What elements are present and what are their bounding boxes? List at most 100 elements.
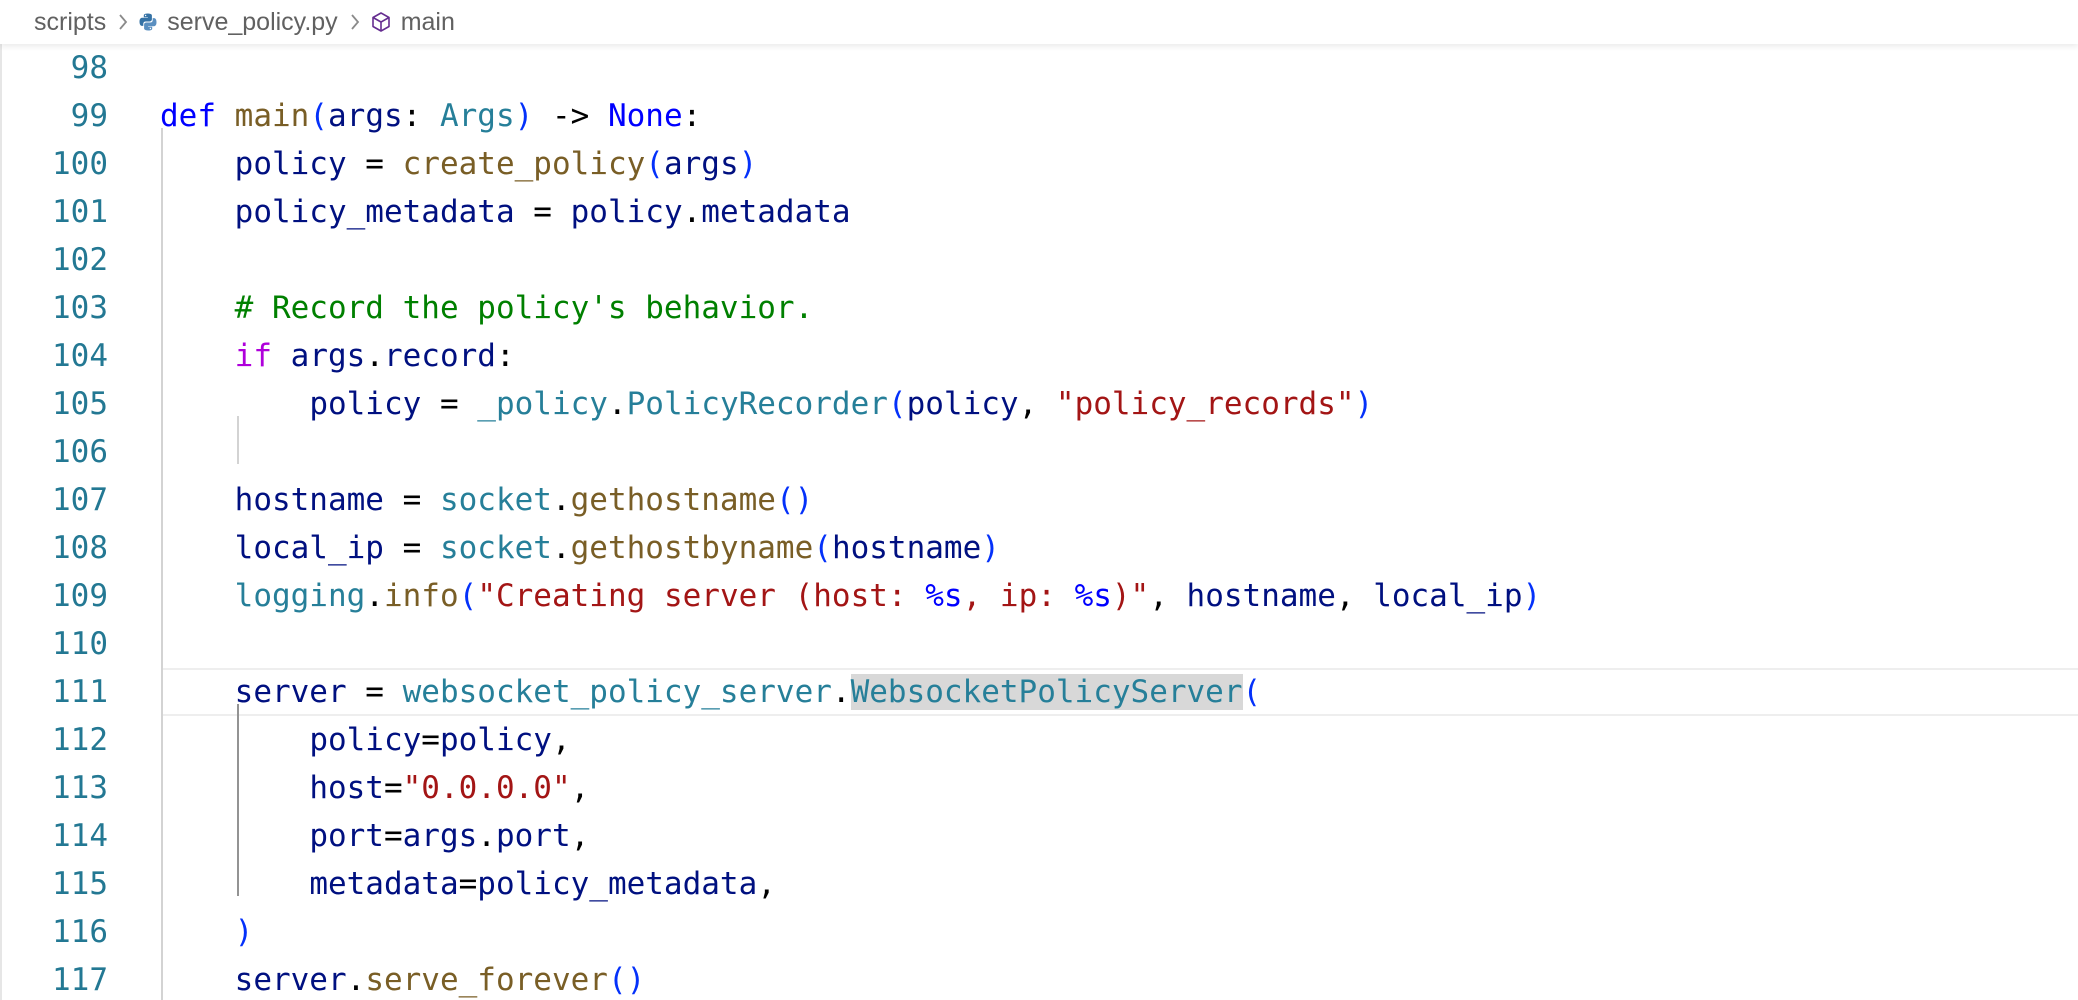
- code-text[interactable]: ): [160, 908, 254, 956]
- code-token: ,: [570, 770, 590, 806]
- code-token: )": [1111, 578, 1150, 614]
- code-token: "policy_records": [1055, 386, 1355, 422]
- code-line[interactable]: 98: [0, 44, 2078, 92]
- code-line[interactable]: 115 metadata=policy_metadata,: [0, 860, 2078, 908]
- indent-guide-active: [237, 704, 239, 896]
- code-line[interactable]: 116 ): [0, 908, 2078, 956]
- code-token: =: [514, 194, 571, 230]
- code-text[interactable]: def main(args: Args) -> None:: [160, 92, 701, 140]
- line-number: 113: [52, 770, 108, 806]
- line-number: 115: [52, 866, 108, 902]
- code-text[interactable]: server = websocket_policy_server.Websock…: [160, 668, 1261, 716]
- code-token: :: [682, 98, 702, 134]
- code-token: .: [551, 482, 571, 518]
- line-number: 110: [52, 626, 108, 662]
- code-token: policy: [906, 386, 1019, 422]
- code-line[interactable]: 105 policy = _policy.PolicyRecorder(poli…: [0, 380, 2078, 428]
- code-token: hostname: [234, 482, 384, 518]
- code-token: gethostbyname: [570, 530, 814, 566]
- code-line[interactable]: 102: [0, 236, 2078, 284]
- code-token: .: [682, 194, 702, 230]
- indent-guide: [161, 128, 163, 1000]
- code-token: (: [458, 578, 478, 614]
- code-token: .: [607, 386, 627, 422]
- code-line[interactable]: 111 server = websocket_policy_server.Web…: [0, 668, 2078, 716]
- code-text[interactable]: host="0.0.0.0",: [160, 764, 589, 812]
- code-token: .: [365, 338, 384, 374]
- code-token: ): [1522, 578, 1542, 614]
- code-token: _policy: [477, 386, 608, 422]
- code-token: (: [813, 530, 832, 566]
- code-token: websocket_policy_server: [402, 674, 832, 710]
- code-token: ,: [1335, 578, 1374, 614]
- code-text[interactable]: policy=policy,: [160, 716, 570, 764]
- code-line[interactable]: 110: [0, 620, 2078, 668]
- line-number: 107: [52, 482, 108, 518]
- breadcrumb-label: main: [400, 7, 455, 36]
- code-token: (: [887, 386, 907, 422]
- code-line[interactable]: 114 port=args.port,: [0, 812, 2078, 860]
- code-text[interactable]: port=args.port,: [160, 812, 589, 860]
- code-token: create_policy: [402, 146, 646, 182]
- code-token: =: [383, 482, 440, 518]
- code-line[interactable]: 106: [0, 428, 2078, 476]
- code-token: metadata: [701, 194, 851, 230]
- code-token: ,: [1018, 386, 1056, 422]
- code-token: policy_metadata: [477, 866, 758, 902]
- code-text[interactable]: metadata=policy_metadata,: [160, 860, 776, 908]
- line-number: 103: [52, 290, 108, 326]
- code-token: =: [383, 770, 403, 806]
- code-token: policy: [234, 146, 347, 182]
- code-text[interactable]: policy = _policy.PolicyRecorder(policy, …: [160, 380, 1373, 428]
- code-editor[interactable]: 98 99 def main(args: Args) -> None: 100 pol…: [0, 44, 2078, 1000]
- code-line[interactable]: 109 logging.info("Creating server (host:…: [0, 572, 2078, 620]
- code-line[interactable]: 113 host="0.0.0.0",: [0, 764, 2078, 812]
- code-token: WebsocketPolicyServer: [850, 674, 1243, 710]
- code-token: ,: [570, 818, 590, 854]
- code-text[interactable]: policy = create_policy(args): [160, 140, 758, 188]
- indent-guide: [237, 416, 239, 464]
- code-token: .: [365, 578, 384, 614]
- breadcrumb-label: scripts: [34, 7, 107, 36]
- breadcrumb-symbol[interactable]: main: [370, 8, 455, 37]
- code-line[interactable]: 104 if args.record:: [0, 332, 2078, 380]
- code-line[interactable]: 103 # Record the policy's behavior.: [0, 284, 2078, 332]
- breadcrumb-file[interactable]: serve_policy.py: [138, 7, 338, 37]
- code-token: %s: [1074, 578, 1112, 614]
- code-token: args: [290, 338, 366, 374]
- line-number: 98: [70, 50, 108, 86]
- code-token: =: [383, 818, 403, 854]
- code-token: "Creating server (host:: [477, 578, 926, 614]
- code-line[interactable]: 101 policy_metadata = policy.metadata: [0, 188, 2078, 236]
- breadcrumb-scripts[interactable]: scripts: [34, 8, 106, 37]
- code-text[interactable]: logging.info("Creating server (host: %s,…: [160, 572, 1542, 620]
- code-text[interactable]: # Record the policy's behavior.: [160, 284, 814, 332]
- code-text[interactable]: if args.record:: [160, 332, 515, 380]
- code-line[interactable]: 108 local_ip = socket.gethostbyname(host…: [0, 524, 2078, 572]
- code-token: main: [234, 98, 310, 134]
- code-line[interactable]: 117 server.serve_forever(): [0, 956, 2078, 1000]
- line-number: 106: [52, 434, 108, 470]
- code-token: (): [775, 482, 814, 518]
- code-token: host: [309, 770, 384, 806]
- breadcrumb-label: serve_policy.py: [167, 7, 338, 36]
- code-token: policy: [439, 722, 552, 758]
- line-number: 104: [52, 338, 108, 374]
- code-token: .: [551, 530, 571, 566]
- line-number: 108: [52, 530, 108, 566]
- code-line[interactable]: 107 hostname = socket.gethostname(): [0, 476, 2078, 524]
- code-text[interactable]: hostname = socket.gethostname(): [160, 476, 814, 524]
- code-text[interactable]: policy_metadata = policy.metadata: [160, 188, 851, 236]
- code-token: ): [514, 98, 534, 134]
- code-line[interactable]: 100 policy = create_policy(args): [0, 140, 2078, 188]
- code-token: policy: [309, 722, 422, 758]
- code-line[interactable]: 112 policy=policy,: [0, 716, 2078, 764]
- code-text[interactable]: server.serve_forever(): [160, 956, 646, 1000]
- code-line[interactable]: 99 def main(args: Args) -> None:: [0, 92, 2078, 140]
- code-text[interactable]: local_ip = socket.gethostbyname(hostname…: [160, 524, 1000, 572]
